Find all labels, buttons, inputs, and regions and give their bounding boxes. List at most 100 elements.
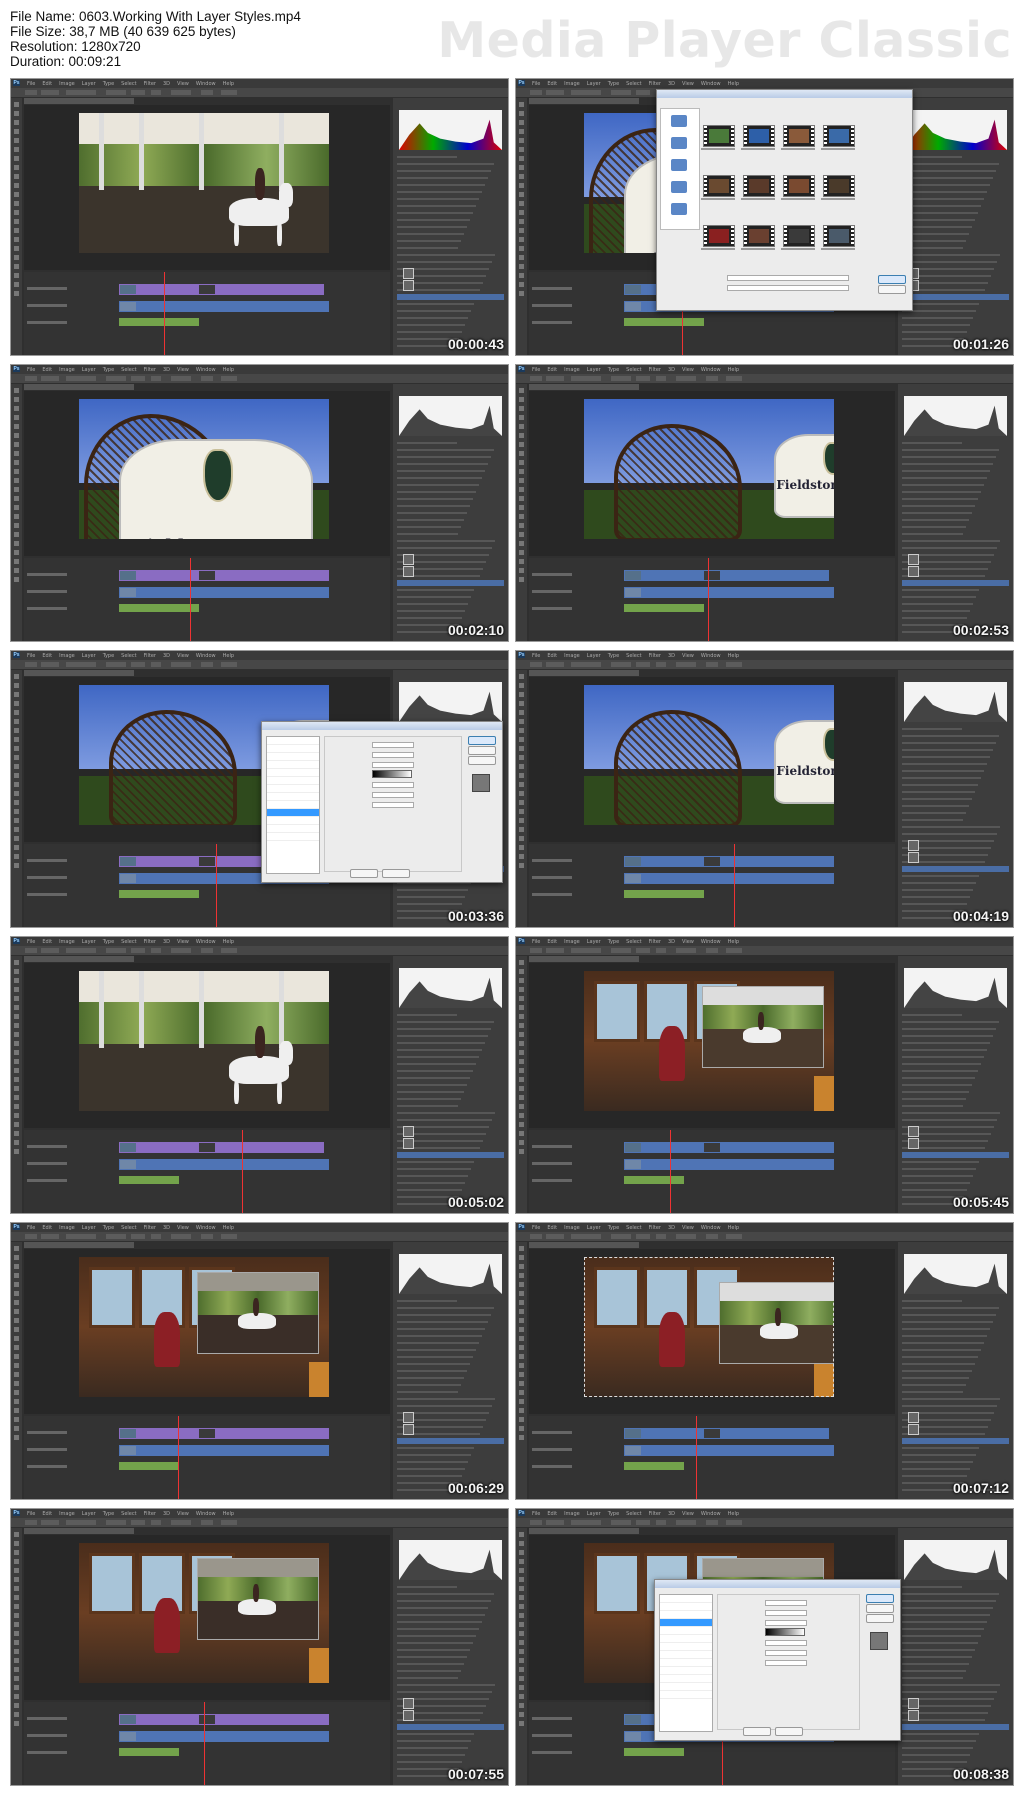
audio-clip[interactable] [119, 1462, 179, 1470]
tool-icon[interactable] [14, 282, 19, 287]
video-clip[interactable] [624, 1428, 829, 1439]
document-tab[interactable] [529, 956, 639, 962]
option-control[interactable] [611, 1520, 631, 1525]
tool-icon[interactable] [14, 1354, 19, 1359]
playhead-marker[interactable] [190, 558, 191, 641]
option-control[interactable] [201, 90, 213, 95]
style-list-item[interactable] [267, 753, 319, 761]
menu-item[interactable]: Layer [82, 1511, 96, 1517]
option-control[interactable] [25, 1234, 37, 1239]
tool-icon[interactable] [14, 1408, 19, 1413]
menu-item[interactable]: Filter [649, 1225, 661, 1231]
document-tab[interactable] [24, 1242, 134, 1248]
tool-icon[interactable] [519, 1014, 524, 1019]
layer-selected-row[interactable] [902, 580, 1009, 586]
tool-icon[interactable] [14, 577, 19, 582]
ok-button[interactable] [866, 1594, 894, 1603]
option-control[interactable] [201, 662, 213, 667]
tool-icon[interactable] [519, 827, 524, 832]
option-control[interactable] [151, 1520, 161, 1525]
tool-icon[interactable] [14, 755, 19, 760]
tool-icon[interactable] [519, 1113, 524, 1118]
document-tab[interactable] [529, 670, 639, 676]
tool-icon[interactable] [14, 496, 19, 501]
style-list-item[interactable] [267, 737, 319, 745]
option-control[interactable] [106, 662, 126, 667]
tool-icon[interactable] [519, 701, 524, 706]
menu-item[interactable]: View [682, 653, 694, 659]
menu-item[interactable]: Select [121, 1225, 136, 1231]
menu-item[interactable]: File [27, 939, 35, 945]
option-control[interactable] [151, 948, 161, 953]
tool-icon[interactable] [14, 415, 19, 420]
option-control[interactable] [201, 376, 213, 381]
tool-icon[interactable] [14, 523, 19, 528]
tool-icon[interactable] [519, 1417, 524, 1422]
option-control[interactable] [656, 948, 666, 953]
audio-clip[interactable] [624, 1176, 684, 1184]
tool-icon[interactable] [519, 487, 524, 492]
menu-item[interactable]: Window [196, 367, 216, 373]
tool-icon[interactable] [14, 478, 19, 483]
tool-icon[interactable] [14, 1041, 19, 1046]
tool-icon[interactable] [519, 1703, 524, 1708]
option-control[interactable] [25, 1520, 37, 1525]
tool-icon[interactable] [14, 291, 19, 296]
tool-icon[interactable] [14, 1068, 19, 1073]
menu-item[interactable]: Edit [547, 367, 557, 373]
option-field[interactable] [372, 752, 414, 758]
option-control[interactable] [530, 1520, 542, 1525]
option-control[interactable] [571, 662, 601, 667]
style-list-item[interactable] [267, 777, 319, 785]
option-control[interactable] [571, 90, 601, 95]
menu-item[interactable]: Image [59, 1225, 75, 1231]
tool-icon[interactable] [14, 228, 19, 233]
tool-icon[interactable] [519, 818, 524, 823]
option-control[interactable] [151, 90, 161, 95]
tool-icon[interactable] [519, 1604, 524, 1609]
tool-icon[interactable] [519, 1282, 524, 1287]
tool-icon[interactable] [14, 237, 19, 242]
tool-icon[interactable] [519, 156, 524, 161]
tool-icon[interactable] [519, 228, 524, 233]
menu-item[interactable]: Select [626, 367, 641, 373]
layer-style-dialog[interactable] [654, 1579, 901, 1741]
menu-item[interactable]: Window [196, 1511, 216, 1517]
video-file-thumbnail[interactable] [783, 225, 815, 247]
tool-icon[interactable] [519, 1023, 524, 1028]
style-list-item[interactable] [660, 1603, 712, 1611]
tool-icon[interactable] [519, 1658, 524, 1663]
menu-item[interactable]: Type [608, 1511, 619, 1517]
tool-icon[interactable] [14, 1264, 19, 1269]
menu-item[interactable]: Type [608, 81, 619, 87]
option-control[interactable] [221, 376, 237, 381]
menu-item[interactable]: File [532, 653, 540, 659]
tool-icon[interactable] [14, 165, 19, 170]
tool-icon[interactable] [519, 1005, 524, 1010]
option-control[interactable] [611, 376, 631, 381]
document-tab[interactable] [24, 384, 134, 390]
menu-item[interactable]: Select [626, 1225, 641, 1231]
tool-icon[interactable] [519, 1131, 524, 1136]
option-control[interactable] [201, 1520, 213, 1525]
reset-default-button[interactable] [382, 869, 410, 878]
video-clip[interactable] [624, 570, 829, 581]
tool-icon[interactable] [519, 987, 524, 992]
option-control[interactable] [221, 1520, 237, 1525]
menu-item[interactable]: Edit [42, 653, 52, 659]
option-control[interactable] [726, 376, 742, 381]
menu-item[interactable]: Image [59, 653, 75, 659]
tool-icon[interactable] [14, 1149, 19, 1154]
tool-icon[interactable] [519, 1264, 524, 1269]
tool-icon[interactable] [14, 1077, 19, 1082]
tool-icon[interactable] [14, 782, 19, 787]
option-control[interactable] [151, 662, 161, 667]
option-control[interactable] [676, 1520, 696, 1525]
tool-icon[interactable] [519, 1399, 524, 1404]
layer-selected-row[interactable] [902, 866, 1009, 872]
style-list-item[interactable] [660, 1635, 712, 1643]
tool-icon[interactable] [14, 487, 19, 492]
tool-icon[interactable] [519, 1390, 524, 1395]
option-control[interactable] [66, 948, 96, 953]
tool-icon[interactable] [14, 1532, 19, 1537]
